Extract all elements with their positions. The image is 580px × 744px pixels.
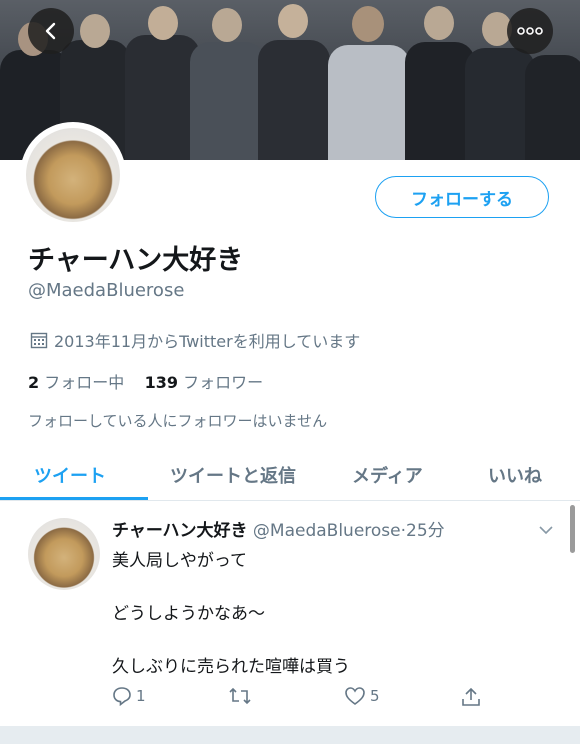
following-count: 2 — [28, 373, 40, 392]
more-dots-icon — [517, 27, 543, 35]
followers-label: フォロワー — [183, 373, 264, 392]
joined-date: 2013年11月からTwitterを利用しています — [30, 328, 360, 352]
profile-handle: @MaedaBluerose — [28, 280, 185, 301]
joined-text: 2013年11月からTwitterを利用しています — [54, 332, 361, 351]
tab-likes[interactable]: いいね — [488, 462, 542, 488]
chevron-left-icon — [45, 22, 56, 40]
tab-tweets-and-replies[interactable]: ツイートと返信 — [170, 462, 296, 488]
reply-icon — [113, 687, 131, 706]
profile-display-name: チャーハン大好き — [28, 245, 244, 276]
more-options-button[interactable] — [507, 8, 553, 54]
tweet-text-line: 久しぶりに売られた喧嘩は買う — [112, 657, 350, 677]
followers-you-know-note: フォローしている人にフォロワーはいません — [28, 412, 328, 430]
followers-link[interactable]: 139 フォロワー — [145, 373, 264, 392]
tweet-header: チャーハン大好き @MaedaBluerose·25分 — [112, 516, 445, 541]
chevron-down-icon — [539, 526, 553, 535]
tweet-timestamp[interactable]: ·25分 — [401, 521, 445, 541]
followers-count: 139 — [144, 373, 178, 392]
reply-count: 1 — [136, 687, 146, 705]
follow-button[interactable]: フォローする — [375, 176, 549, 218]
profile-tabs: ツイート ツイートと返信 メディア いいね — [0, 450, 580, 501]
tweet-author-name[interactable]: チャーハン大好き — [112, 521, 248, 541]
reply-button[interactable]: 1 — [112, 686, 146, 706]
tweet-author-handle: @MaedaBluerose — [252, 521, 401, 541]
share-button[interactable] — [460, 686, 482, 708]
scrollbar[interactable] — [570, 505, 575, 553]
profile-avatar[interactable] — [20, 122, 126, 228]
tweet-text-line: どうしようかなあ～ — [112, 604, 265, 624]
tweet-author-avatar[interactable] — [28, 518, 100, 590]
tab-media[interactable]: メディア — [352, 462, 423, 488]
like-button[interactable]: 5 — [344, 686, 380, 706]
retweet-icon — [229, 687, 251, 705]
heart-icon — [345, 687, 365, 705]
following-link[interactable]: 2 フォロー中 — [28, 373, 124, 392]
avatar-image — [26, 128, 120, 222]
like-count: 5 — [370, 687, 380, 705]
retweet-button[interactable] — [228, 686, 256, 706]
tweet-menu-button[interactable] — [538, 520, 554, 539]
follow-counts: 2 フォロー中 139 フォロワー — [28, 369, 263, 393]
timeline-separator — [0, 726, 580, 744]
tweet-text-line: 美人局しやがって — [112, 551, 247, 571]
tab-tweets[interactable]: ツイート — [34, 462, 106, 488]
following-label: フォロー中 — [44, 373, 125, 392]
active-tab-indicator — [0, 497, 148, 500]
share-icon — [462, 687, 480, 706]
back-button[interactable] — [28, 8, 74, 54]
calendar-icon — [30, 332, 48, 349]
